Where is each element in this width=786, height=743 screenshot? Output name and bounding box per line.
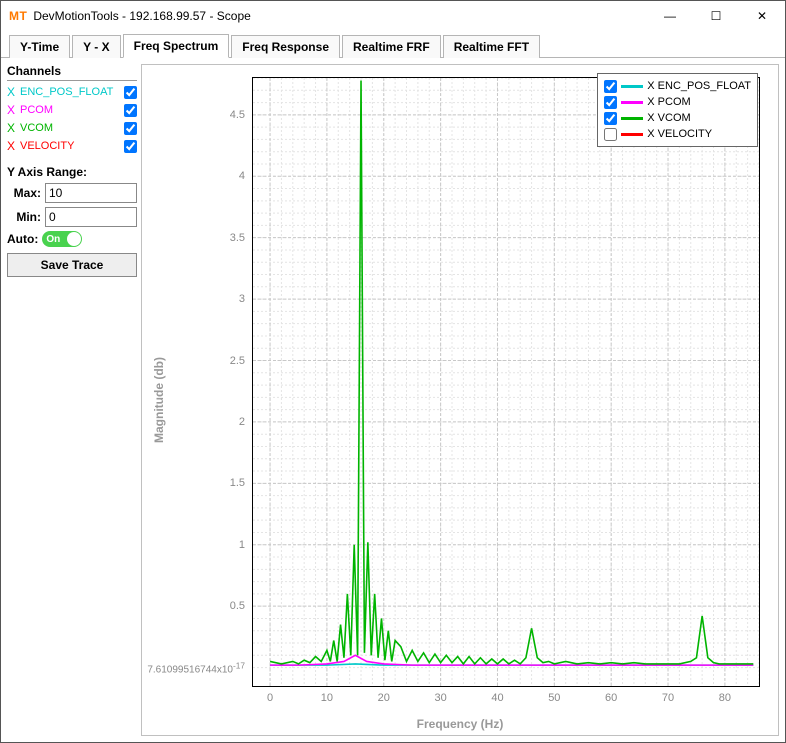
x-tick-label: 0 bbox=[267, 692, 273, 704]
min-label: Min: bbox=[7, 210, 41, 224]
legend-checkbox[interactable] bbox=[604, 112, 617, 125]
legend-row: X VELOCITY bbox=[604, 126, 751, 142]
y-tick-label: 1 bbox=[239, 539, 245, 551]
y-tick-label: 2.5 bbox=[230, 355, 245, 367]
legend-row: X ENC_POS_FLOAT bbox=[604, 78, 751, 94]
channel-checkbox[interactable] bbox=[124, 122, 137, 135]
y-tick-zero-label: 7.61099516744x10-17 bbox=[147, 660, 245, 675]
x-tick-label: 50 bbox=[548, 692, 560, 704]
y-tick-label: 4.5 bbox=[230, 109, 245, 121]
y-tick-label: 3.5 bbox=[230, 232, 245, 244]
x-tick-label: 70 bbox=[662, 692, 674, 704]
channel-row: XVCOM bbox=[7, 119, 137, 137]
x-tick-label: 60 bbox=[605, 692, 617, 704]
app-icon: MT bbox=[9, 9, 27, 23]
legend-row: X VCOM bbox=[604, 110, 751, 126]
channel-axis: X bbox=[7, 121, 17, 135]
x-tick-label: 40 bbox=[491, 692, 503, 704]
x-tick-label: 80 bbox=[719, 692, 731, 704]
legend-swatch bbox=[621, 101, 643, 104]
y-tick-label: 0.5 bbox=[230, 600, 245, 612]
save-trace-button[interactable]: Save Trace bbox=[7, 253, 137, 277]
channel-checkbox[interactable] bbox=[124, 140, 137, 153]
channel-axis: X bbox=[7, 85, 17, 99]
channel-name: VELOCITY bbox=[20, 140, 121, 152]
close-button[interactable]: ✕ bbox=[739, 1, 785, 31]
x-tick-label: 10 bbox=[321, 692, 333, 704]
yrange-heading: Y Axis Range: bbox=[7, 165, 137, 179]
min-input[interactable] bbox=[45, 207, 137, 227]
channels-heading: Channels bbox=[7, 64, 137, 81]
tab-y-x[interactable]: Y - X bbox=[72, 35, 120, 58]
channel-checkbox[interactable] bbox=[124, 86, 137, 99]
legend-checkbox[interactable] bbox=[604, 96, 617, 109]
legend-swatch bbox=[621, 85, 643, 88]
max-input[interactable] bbox=[45, 183, 137, 203]
legend: X ENC_POS_FLOAT X PCOM X VCOM X VELOCITY bbox=[597, 73, 758, 147]
channel-axis: X bbox=[7, 139, 17, 153]
max-label: Max: bbox=[7, 186, 41, 200]
window-title: DevMotionTools - 192.168.99.57 - Scope bbox=[33, 9, 647, 23]
y-tick-label: 3 bbox=[239, 293, 245, 305]
channel-row: XENC_POS_FLOAT bbox=[7, 83, 137, 101]
window-controls: — ☐ ✕ bbox=[647, 1, 785, 31]
channel-name: ENC_POS_FLOAT bbox=[20, 86, 121, 98]
tab-realtime-frf[interactable]: Realtime FRF bbox=[342, 35, 441, 58]
legend-row: X PCOM bbox=[604, 94, 751, 110]
channel-list: XENC_POS_FLOATXPCOMXVCOMXVELOCITY bbox=[7, 83, 137, 155]
tab-freq-response[interactable]: Freq Response bbox=[231, 35, 340, 58]
y-tick-label: 4 bbox=[239, 170, 245, 182]
y-axis-label: Magnitude (db) bbox=[152, 357, 166, 443]
legend-label: X ENC_POS_FLOAT bbox=[647, 80, 751, 92]
legend-label: X VELOCITY bbox=[647, 128, 712, 140]
y-tick-label: 1.5 bbox=[230, 477, 245, 489]
x-axis-label: Frequency (Hz) bbox=[417, 717, 504, 731]
app-window: MT DevMotionTools - 192.168.99.57 - Scop… bbox=[0, 0, 786, 743]
titlebar: MT DevMotionTools - 192.168.99.57 - Scop… bbox=[1, 1, 785, 31]
x-tick-label: 30 bbox=[434, 692, 446, 704]
channel-checkbox[interactable] bbox=[124, 104, 137, 117]
legend-checkbox[interactable] bbox=[604, 80, 617, 93]
maximize-button[interactable]: ☐ bbox=[693, 1, 739, 31]
minimize-button[interactable]: — bbox=[647, 1, 693, 31]
auto-toggle[interactable]: On bbox=[42, 231, 82, 247]
y-tick-label: 2 bbox=[239, 416, 245, 428]
legend-swatch bbox=[621, 117, 643, 120]
sidebar: Channels XENC_POS_FLOATXPCOMXVCOMXVELOCI… bbox=[7, 64, 137, 736]
auto-toggle-state: On bbox=[46, 234, 60, 245]
channel-name: VCOM bbox=[20, 122, 121, 134]
chart-area: Magnitude (db) Frequency (Hz) 0102030405… bbox=[141, 64, 779, 736]
toggle-knob bbox=[67, 232, 81, 246]
channel-row: XVELOCITY bbox=[7, 137, 137, 155]
legend-swatch bbox=[621, 133, 643, 136]
legend-label: X VCOM bbox=[647, 112, 690, 124]
channel-name: PCOM bbox=[20, 104, 121, 116]
tab-freq-spectrum[interactable]: Freq Spectrum bbox=[123, 34, 230, 58]
tab-y-time[interactable]: Y-Time bbox=[9, 35, 70, 58]
channel-row: XPCOM bbox=[7, 101, 137, 119]
legend-label: X PCOM bbox=[647, 96, 690, 108]
auto-label: Auto: bbox=[7, 232, 38, 246]
channel-axis: X bbox=[7, 103, 17, 117]
content-area: Channels XENC_POS_FLOATXPCOMXVCOMXVELOCI… bbox=[1, 58, 785, 742]
legend-checkbox[interactable] bbox=[604, 128, 617, 141]
tab-realtime-fft[interactable]: Realtime FFT bbox=[443, 35, 540, 58]
plot-region[interactable]: 010203040506070800.511.522.533.544.57.61… bbox=[252, 77, 760, 687]
tab-bar: Y-TimeY - XFreq SpectrumFreq ResponseRea… bbox=[1, 31, 785, 58]
x-tick-label: 20 bbox=[378, 692, 390, 704]
